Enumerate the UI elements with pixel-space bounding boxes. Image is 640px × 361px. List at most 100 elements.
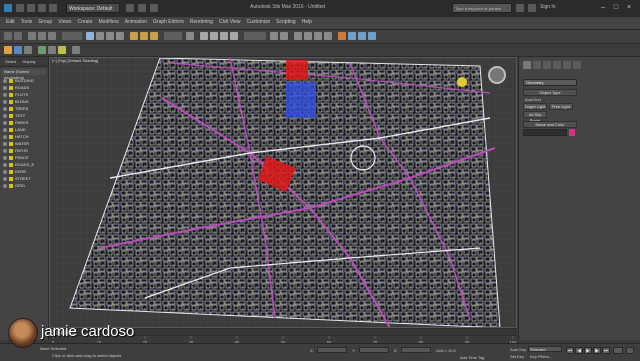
rotate-icon[interactable] <box>140 32 148 40</box>
autogrid-checkbox[interactable]: AutoGrid <box>525 97 541 102</box>
list-item[interactable]: STREET <box>3 176 48 183</box>
visibility-icon[interactable] <box>3 170 7 174</box>
visibility-icon[interactable] <box>3 156 7 160</box>
create-tab-icon[interactable] <box>523 61 531 69</box>
save-file-icon[interactable] <box>38 4 46 12</box>
visibility-icon[interactable] <box>3 107 7 111</box>
key-filters-button[interactable]: Key Filters... <box>530 354 552 359</box>
list-item[interactable]: BUILDING <box>3 78 48 85</box>
go-to-end-icon[interactable]: ⏭ <box>602 347 610 354</box>
mirror-icon[interactable] <box>270 32 278 40</box>
visibility-icon[interactable] <box>3 114 7 118</box>
next-frame-icon[interactable]: ▶ <box>593 347 601 354</box>
select-by-name-icon[interactable] <box>96 32 104 40</box>
utilities-tab-icon[interactable] <box>573 61 581 69</box>
list-item[interactable]: FENCE <box>3 155 48 162</box>
visibility-icon[interactable] <box>3 142 7 146</box>
visibility-icon[interactable] <box>3 128 7 132</box>
menu-rendering[interactable]: Rendering <box>190 19 213 25</box>
list-item[interactable]: TEXT <box>3 113 48 120</box>
angle-snap-icon[interactable] <box>210 32 218 40</box>
list-item[interactable]: TREES <box>3 106 48 113</box>
isolate-icon[interactable] <box>72 46 80 54</box>
sun-icon[interactable] <box>4 46 12 54</box>
visibility-icon[interactable] <box>3 177 7 181</box>
list-item[interactable]: ROADS <box>3 85 48 92</box>
named-selection-dropdown[interactable] <box>244 32 266 40</box>
minimize-button[interactable]: – <box>598 3 608 12</box>
undo-toolbar-icon[interactable] <box>4 32 12 40</box>
redo-icon[interactable] <box>126 4 134 12</box>
menu-help[interactable]: Help <box>302 19 312 25</box>
visibility-icon[interactable] <box>3 135 7 139</box>
app-logo-icon[interactable] <box>4 4 12 12</box>
select-object-icon[interactable] <box>86 32 94 40</box>
visibility-icon[interactable] <box>3 93 7 97</box>
visibility-icon[interactable] <box>3 100 7 104</box>
motion-tab-icon[interactable] <box>553 61 561 69</box>
menu-customize[interactable]: Customize <box>247 19 271 25</box>
rendered-frame-icon[interactable] <box>358 32 366 40</box>
undo-icon[interactable] <box>49 4 57 12</box>
search-icon[interactable] <box>516 4 524 12</box>
list-item[interactable]: PARKS <box>3 120 48 127</box>
menu-animation[interactable]: Animation <box>125 19 147 25</box>
time-config-icon[interactable] <box>626 347 634 354</box>
render-production-icon[interactable] <box>368 32 376 40</box>
visibility-icon[interactable] <box>3 149 7 153</box>
pivot-center-icon[interactable] <box>186 32 194 40</box>
menu-tools[interactable]: Tools <box>21 19 33 25</box>
help-icon[interactable] <box>150 4 158 12</box>
add-time-tag[interactable]: Add Time Tag <box>460 355 484 360</box>
camera-icon[interactable] <box>14 46 22 54</box>
sign-in-link[interactable]: Sign In <box>540 4 556 10</box>
helpers-icon[interactable] <box>24 46 32 54</box>
free-light-button[interactable]: Free Light <box>549 103 573 110</box>
modify-tab-icon[interactable] <box>533 61 541 69</box>
menu-civil-view[interactable]: Civil View <box>219 19 241 25</box>
go-to-start-icon[interactable]: ⏮ <box>566 347 574 354</box>
list-item[interactable]: GRID <box>3 183 48 190</box>
list-item[interactable]: PATHS <box>3 148 48 155</box>
city-map-drawing[interactable] <box>50 58 516 327</box>
selection-filter-dropdown[interactable] <box>62 32 82 40</box>
current-frame-field[interactable] <box>613 347 623 354</box>
project-folder-icon[interactable] <box>138 4 146 12</box>
schematic-view-icon[interactable] <box>324 32 332 40</box>
visibility-icon[interactable] <box>3 79 7 83</box>
list-item[interactable]: LAND <box>3 127 48 134</box>
object-color-swatch[interactable] <box>569 129 575 136</box>
z-coordinate-field[interactable] <box>401 347 431 353</box>
tab-display[interactable]: Display <box>23 59 36 64</box>
link-icon[interactable] <box>28 32 36 40</box>
list-item[interactable]: BLDNG <box>3 99 48 106</box>
menu-create[interactable]: Create <box>77 19 92 25</box>
x-coordinate-field[interactable] <box>317 347 347 353</box>
window-crossing-icon[interactable] <box>116 32 124 40</box>
move-icon[interactable] <box>130 32 138 40</box>
region-select-icon[interactable] <box>106 32 114 40</box>
sky-portal-button[interactable]: mr Sky Portal <box>523 111 547 123</box>
menu-views[interactable]: Views <box>58 19 71 25</box>
scale-icon[interactable] <box>150 32 158 40</box>
graphite-toggle-icon[interactable] <box>304 32 312 40</box>
previous-frame-icon[interactable]: ◀ <box>575 347 583 354</box>
percent-snap-icon[interactable] <box>220 32 228 40</box>
align-icon[interactable] <box>280 32 288 40</box>
visibility-icon[interactable] <box>3 121 7 125</box>
layer-explorer-icon[interactable] <box>294 32 302 40</box>
curve-editor-icon[interactable] <box>314 32 322 40</box>
workspace-dropdown[interactable]: Workspace: Default <box>66 3 120 13</box>
render-setup-icon[interactable] <box>348 32 356 40</box>
object-type-rollout[interactable]: Object Type <box>523 89 577 96</box>
list-item[interactable]: KERB <box>3 169 48 176</box>
list-item[interactable]: ROADS_E <box>3 162 48 169</box>
name-color-rollout[interactable]: Name and Color <box>523 121 577 128</box>
selected-block-red[interactable] <box>286 60 308 80</box>
ribbon-toggle-icon[interactable] <box>38 46 46 54</box>
display-tab-icon[interactable] <box>563 61 571 69</box>
redo-toolbar-icon[interactable] <box>14 32 22 40</box>
close-button[interactable]: × <box>624 3 634 12</box>
hierarchy-tab-icon[interactable] <box>543 61 551 69</box>
new-file-icon[interactable] <box>16 4 24 12</box>
